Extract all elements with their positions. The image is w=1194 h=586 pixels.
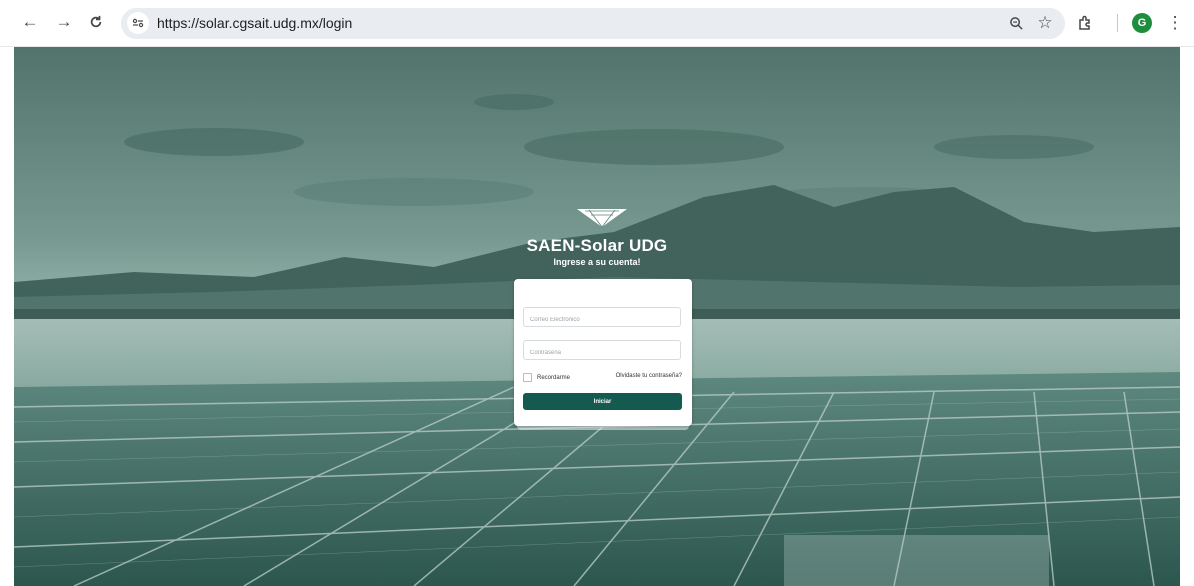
remember-label: Recordarme [537, 374, 571, 381]
saen-logo-icon [577, 209, 627, 228]
arrow-left-icon[interactable]: ← [18, 10, 42, 34]
browser-toolbar: ← → https://solar.cgsait.udg.mx/login ☆ … [0, 0, 1194, 47]
zoom-icon[interactable] [1003, 10, 1029, 36]
toolbar-divider [1117, 14, 1118, 32]
page-subtitle: Ingrese a su cuenta! [553, 257, 641, 267]
profile-avatar[interactable]: G [1132, 13, 1152, 33]
bookmark-star-icon[interactable]: ☆ [1032, 10, 1058, 36]
password-field[interactable] [523, 340, 681, 362]
page-title: SAEN-Solar UDG [526, 236, 668, 255]
forgot-password-link[interactable]: Olvidaste tu contraseña? [616, 373, 682, 379]
remember-me[interactable]: Recordarme [523, 373, 570, 382]
login-page: SAEN-Solar UDG Ingrese a su cuenta! Reco… [14, 47, 1180, 586]
remember-checkbox[interactable] [523, 373, 532, 382]
url-text[interactable]: https://solar.cgsait.udg.mx/login [157, 15, 352, 31]
password-input[interactable] [524, 344, 680, 362]
reload-icon[interactable] [84, 10, 108, 34]
site-settings-icon[interactable] [127, 12, 149, 34]
login-button[interactable]: Iniciar [523, 393, 682, 410]
arrow-right-icon[interactable]: → [52, 10, 76, 34]
email-field[interactable] [523, 307, 681, 329]
address-bar[interactable]: https://solar.cgsait.udg.mx/login [121, 8, 1065, 39]
email-input[interactable] [524, 311, 680, 329]
login-card: Recordarme Olvidaste tu contraseña? Inic… [514, 279, 692, 426]
extensions-icon[interactable] [1072, 10, 1098, 36]
more-menu-icon[interactable]: ⋮ [1162, 10, 1188, 36]
